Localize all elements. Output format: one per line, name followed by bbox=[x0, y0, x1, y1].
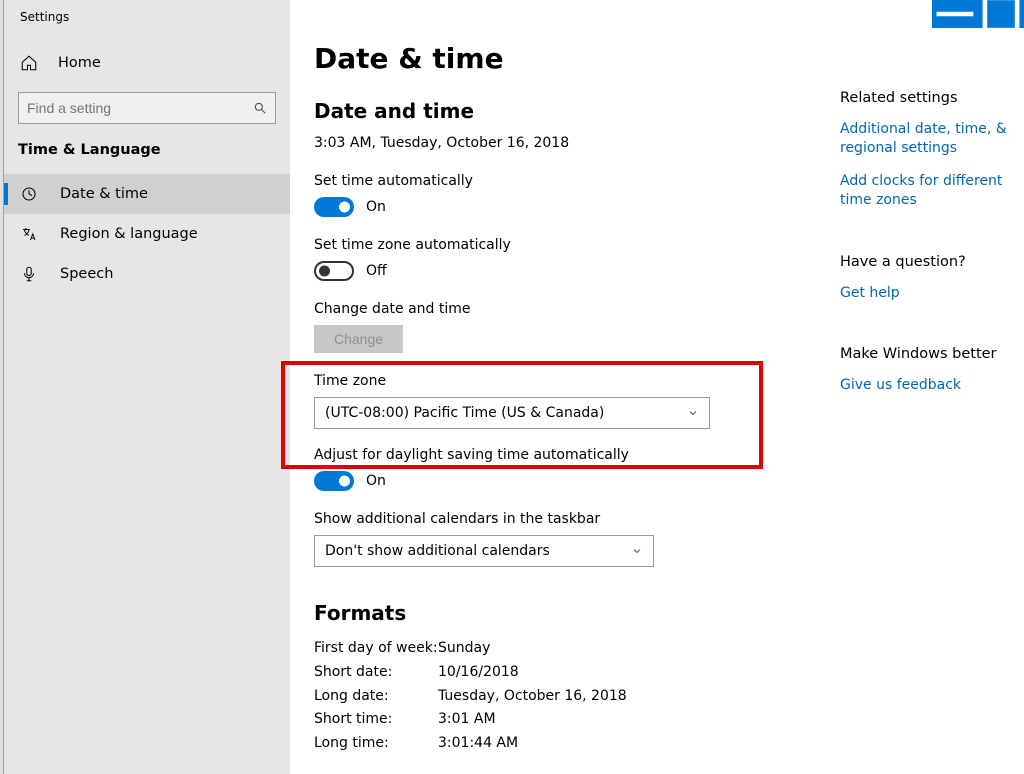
set-time-auto-label: Set time automatically bbox=[314, 173, 835, 189]
search-box[interactable] bbox=[18, 92, 276, 124]
set-time-auto-state: On bbox=[366, 199, 386, 215]
short-date-value: 10/16/2018 bbox=[438, 661, 519, 685]
feedback-heading: Make Windows better bbox=[840, 346, 1024, 362]
additional-calendars-dropdown[interactable]: Don't show additional calendars bbox=[314, 535, 654, 567]
nav-region-language[interactable]: Region & language bbox=[4, 214, 290, 254]
window-minimize-button[interactable] bbox=[932, 0, 978, 28]
set-tz-auto-label: Set time zone automatically bbox=[314, 237, 835, 253]
microphone-icon bbox=[20, 265, 38, 283]
chevron-down-icon bbox=[687, 407, 699, 419]
home-icon bbox=[20, 54, 38, 72]
set-time-auto-toggle[interactable] bbox=[314, 197, 354, 217]
search-input[interactable] bbox=[27, 100, 253, 116]
long-time-value: 3:01:44 AM bbox=[438, 732, 518, 756]
search-icon bbox=[253, 101, 267, 115]
nav-date-time-label: Date & time bbox=[60, 186, 148, 202]
set-tz-auto-state: Off bbox=[366, 263, 387, 279]
section-date-time: Date and time bbox=[314, 99, 835, 123]
short-time-value: 3:01 AM bbox=[438, 708, 496, 732]
add-clocks-link[interactable]: Add clocks for different time zones bbox=[840, 172, 1024, 210]
app-title: Settings bbox=[4, 10, 290, 46]
long-time-label: Long time: bbox=[314, 732, 438, 756]
right-pane: Related settings Additional date, time, … bbox=[840, 90, 1024, 439]
main-content: Date & time Date and time 3:03 AM, Tuesd… bbox=[290, 0, 835, 756]
question-heading: Have a question? bbox=[840, 254, 1024, 270]
nav-home[interactable]: Home bbox=[4, 46, 290, 80]
current-datetime: 3:03 AM, Tuesday, October 16, 2018 bbox=[314, 135, 835, 151]
nav-home-label: Home bbox=[58, 55, 101, 71]
long-date-value: Tuesday, October 16, 2018 bbox=[438, 685, 627, 709]
additional-date-settings-link[interactable]: Additional date, time, & regional settin… bbox=[840, 120, 1024, 158]
first-day-label: First day of week: bbox=[314, 637, 438, 661]
nav-region-language-label: Region & language bbox=[60, 226, 198, 242]
timezone-value: (UTC-08:00) Pacific Time (US & Canada) bbox=[325, 405, 604, 421]
language-icon bbox=[20, 225, 38, 243]
timezone-dropdown[interactable]: (UTC-08:00) Pacific Time (US & Canada) bbox=[314, 397, 710, 429]
formats-table: First day of week:Sunday Short date:10/1… bbox=[314, 637, 835, 756]
additional-calendars-value: Don't show additional calendars bbox=[325, 543, 550, 559]
first-day-value: Sunday bbox=[438, 637, 490, 661]
minimize-icon bbox=[932, 0, 978, 37]
window-maximize-button[interactable] bbox=[978, 0, 1024, 28]
nav-selected-indicator bbox=[4, 183, 8, 205]
dst-state: On bbox=[366, 473, 386, 489]
long-date-label: Long date: bbox=[314, 685, 438, 709]
additional-calendars-label: Show additional calendars in the taskbar bbox=[314, 511, 835, 527]
nav-date-time[interactable]: Date & time bbox=[4, 174, 290, 214]
short-date-label: Short date: bbox=[314, 661, 438, 685]
window-titlebar-buttons bbox=[932, 0, 1024, 28]
dst-label: Adjust for daylight saving time automati… bbox=[314, 447, 835, 463]
page-title: Date & time bbox=[314, 42, 835, 75]
chevron-down-icon bbox=[631, 545, 643, 557]
timezone-label: Time zone bbox=[314, 373, 835, 389]
get-help-link[interactable]: Get help bbox=[840, 284, 1024, 303]
clock-icon bbox=[20, 185, 38, 203]
section-formats: Formats bbox=[314, 601, 835, 625]
nav-speech[interactable]: Speech bbox=[4, 254, 290, 294]
related-settings-heading: Related settings bbox=[840, 90, 1024, 106]
set-tz-auto-toggle[interactable] bbox=[314, 261, 354, 281]
feedback-link[interactable]: Give us feedback bbox=[840, 376, 1024, 395]
sidebar: Settings Home Time & Language Date & tim… bbox=[4, 0, 290, 774]
change-datetime-label: Change date and time bbox=[314, 301, 835, 317]
nav-speech-label: Speech bbox=[60, 266, 113, 282]
short-time-label: Short time: bbox=[314, 708, 438, 732]
maximize-icon bbox=[978, 0, 1024, 37]
change-button: Change bbox=[314, 325, 403, 353]
dst-toggle[interactable] bbox=[314, 471, 354, 491]
sidebar-heading: Time & Language bbox=[4, 142, 290, 174]
